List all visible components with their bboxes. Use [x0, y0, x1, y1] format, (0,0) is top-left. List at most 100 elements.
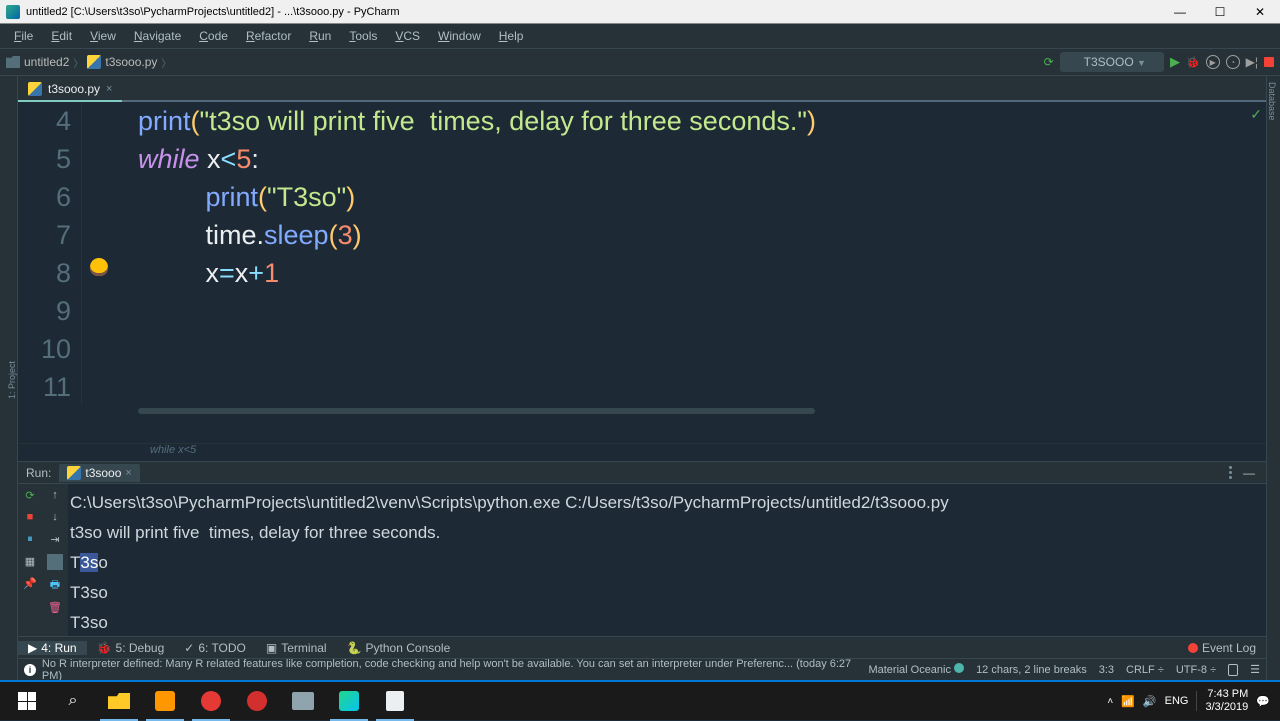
run-config-select[interactable]: T3SOOO ▼: [1060, 52, 1164, 72]
bottom-tab-run[interactable]: ▶4: Run: [18, 641, 87, 655]
clock[interactable]: 7:43 PM 3/3/2019: [1205, 688, 1248, 714]
wifi-icon[interactable]: 📶: [1121, 695, 1135, 708]
tray-overflow-icon[interactable]: ˄: [1107, 696, 1113, 707]
stop-button[interactable]: [1264, 57, 1274, 67]
chevron-icon: 〉: [161, 55, 171, 70]
breadcrumb: untitled2 〉 t3sooo.py 〉: [6, 55, 1044, 70]
menu-edit[interactable]: Edit: [43, 27, 80, 45]
search-button[interactable]: ⌕: [50, 681, 96, 721]
code-content[interactable]: print("t3so will print five times, delay…: [138, 102, 1266, 406]
notification-dot-icon: [1188, 643, 1198, 653]
stop-process-button[interactable]: ■: [23, 510, 37, 524]
mem-indicator[interactable]: ☰: [1250, 663, 1260, 676]
maximize-button[interactable]: ☐: [1200, 0, 1240, 24]
start-button[interactable]: [4, 681, 50, 721]
menu-tools[interactable]: Tools: [341, 27, 385, 45]
image-viewer-task[interactable]: [280, 681, 326, 721]
notepad-task[interactable]: [372, 681, 418, 721]
python-file-icon: [87, 55, 101, 69]
soft-wrap-button[interactable]: ⇥: [48, 532, 62, 546]
bottom-tool-tabs: ▶4: Run🐞5: Debug✓6: TODO▣Terminal🐍Python…: [18, 636, 1266, 658]
menu-view[interactable]: View: [82, 27, 124, 45]
layout-button[interactable]: ▦: [23, 554, 37, 568]
database-tool-tab[interactable]: Database: [1267, 76, 1277, 121]
attach-button[interactable]: ▶¦: [1246, 55, 1258, 69]
intention-bulb-icon[interactable]: [90, 258, 108, 276]
clear-all-button[interactable]: 🗑: [48, 600, 62, 614]
caret-position[interactable]: 3:3: [1099, 664, 1114, 676]
horizontal-scrollbar[interactable]: [138, 406, 1266, 416]
run-process-tab[interactable]: t3sooo ×: [59, 464, 139, 482]
bottom-tab-terminal[interactable]: ▣Terminal: [256, 641, 337, 655]
event-log-tab[interactable]: Event Log: [1178, 641, 1266, 655]
file-explorer-task[interactable]: [96, 681, 142, 721]
run-toolbar: ⟳ T3SOOO ▼ ▶ 🐞 ▶ ◔ ▶¦: [1044, 52, 1274, 72]
status-message: No R interpreter defined: Many R related…: [42, 658, 869, 682]
encoding[interactable]: UTF-8 ÷: [1176, 664, 1216, 676]
menu-navigate[interactable]: Navigate: [126, 27, 189, 45]
chevron-icon: 〉: [73, 55, 83, 70]
menu-file[interactable]: File: [6, 27, 41, 45]
validation-ok-icon: ✓: [1250, 106, 1262, 123]
menu-vcs[interactable]: VCS: [387, 27, 428, 45]
theme-dot-icon: [954, 663, 964, 673]
bottom-tab-todo[interactable]: ✓6: TODO: [174, 641, 256, 655]
hide-run-panel-icon[interactable]: —: [1240, 466, 1258, 480]
sync-icon[interactable]: ⟳: [1044, 55, 1054, 69]
info-icon[interactable]: i: [24, 664, 36, 676]
up-stack-button[interactable]: ↑: [48, 488, 62, 502]
record-task[interactable]: [188, 681, 234, 721]
pin-button[interactable]: 📌: [23, 576, 37, 590]
debug-button[interactable]: 🐞: [1186, 56, 1200, 69]
hint-gutter: [82, 102, 138, 406]
left-tool-rail: 1: Project ★ 7: Structure ★: [0, 76, 18, 680]
scroll-to-end-button[interactable]: [47, 554, 63, 570]
selection-status: 12 chars, 2 line breaks: [976, 664, 1087, 676]
run-options-icon[interactable]: [1229, 466, 1232, 480]
project-tool-tab[interactable]: 1: Project: [7, 353, 17, 407]
bottom-tab-pycon[interactable]: 🐍Python Console: [337, 641, 461, 655]
line-separator[interactable]: CRLF ÷: [1126, 664, 1164, 676]
run-header: Run: t3sooo × —: [18, 462, 1266, 484]
editor-tab-label: t3sooo.py: [48, 82, 100, 96]
volume-icon[interactable]: 🔊: [1143, 695, 1157, 708]
down-stack-button[interactable]: ↓: [48, 510, 62, 524]
folder-icon: [6, 56, 20, 68]
pause-output-button[interactable]: ⏸: [23, 532, 37, 546]
breadcrumb-project[interactable]: untitled2: [24, 55, 69, 69]
rerun-button[interactable]: ⟳: [23, 488, 37, 502]
run-tab-label: t3sooo: [85, 466, 121, 480]
readonly-lock-icon[interactable]: [1228, 664, 1238, 676]
input-language[interactable]: ENG: [1165, 695, 1189, 707]
run-title: Run:: [18, 466, 59, 480]
close-button[interactable]: ✕: [1240, 0, 1280, 24]
minimize-button[interactable]: —: [1160, 0, 1200, 24]
pycharm-task[interactable]: [326, 681, 372, 721]
close-run-tab-icon[interactable]: ×: [125, 467, 131, 479]
code-editor[interactable]: ✓ 4567891011 print("t3so will print five…: [18, 102, 1266, 443]
breadcrumb-context: while x<5: [18, 443, 1266, 461]
close-tab-icon[interactable]: ×: [106, 83, 112, 95]
theme-indicator[interactable]: Material Oceanic: [868, 663, 964, 676]
print-button[interactable]: 🖶: [48, 578, 62, 592]
breadcrumb-file[interactable]: t3sooo.py: [105, 55, 157, 69]
console-output[interactable]: C:\Users\t3so\PycharmProjects\untitled2\…: [68, 484, 1266, 636]
notification-center-icon[interactable]: 💬: [1256, 695, 1270, 708]
menu-window[interactable]: Window: [430, 27, 489, 45]
sublime-task[interactable]: [142, 681, 188, 721]
opera-task[interactable]: [234, 681, 280, 721]
editor-tab-t3sooo[interactable]: t3sooo.py ×: [18, 78, 122, 102]
bottom-tab-debug[interactable]: 🐞5: Debug: [87, 641, 175, 655]
menu-run[interactable]: Run: [301, 27, 339, 45]
menu-help[interactable]: Help: [491, 27, 532, 45]
run-tool-window: Run: t3sooo × — ⟳ ■ ⏸ ▦ 📌: [18, 461, 1266, 636]
coverage-button[interactable]: ▶: [1206, 55, 1220, 69]
profile-button[interactable]: ◔: [1226, 55, 1240, 69]
editor-tabs: t3sooo.py ×: [18, 76, 1266, 102]
run-side-toolbar-1: ⟳ ■ ⏸ ▦ 📌: [18, 484, 42, 636]
python-file-icon: [67, 466, 81, 480]
menu-code[interactable]: Code: [191, 27, 236, 45]
run-button[interactable]: ▶: [1170, 54, 1180, 70]
python-file-icon: [28, 82, 42, 96]
menu-refactor[interactable]: Refactor: [238, 27, 299, 45]
